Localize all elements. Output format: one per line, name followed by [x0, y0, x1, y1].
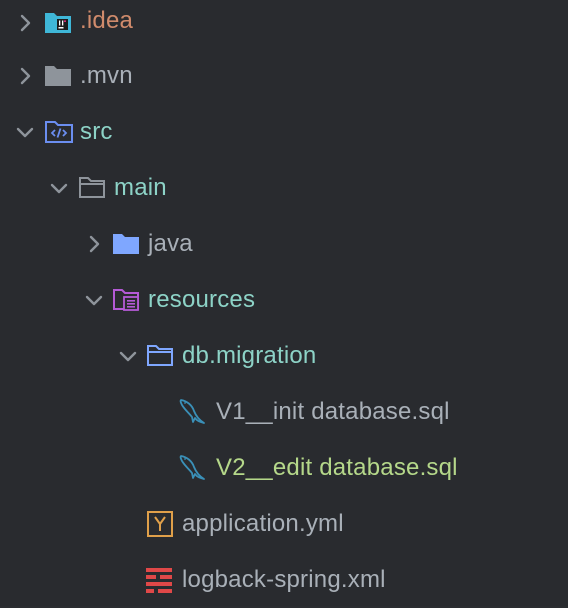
folder-outline-icon	[78, 174, 106, 200]
source-folder-icon	[44, 118, 73, 144]
tree-item-label: logback-spring.xml	[182, 566, 386, 593]
xml-file-icon	[144, 565, 172, 593]
yaml-file-icon	[146, 510, 174, 537]
tree-item-label: application.yml	[182, 510, 344, 537]
tree-item-src[interactable]: src	[0, 104, 568, 160]
chevron-down-icon[interactable]	[48, 177, 70, 199]
chevron-down-icon[interactable]	[14, 121, 36, 143]
chevron-down-icon[interactable]	[83, 289, 105, 311]
tree-item-v2-sql[interactable]: V2__edit database.sql	[0, 440, 568, 496]
tree-item-mvn[interactable]: .mvn	[0, 48, 568, 104]
tree-item-label: main	[114, 174, 167, 201]
tree-item-main[interactable]: main	[0, 160, 568, 216]
chevron-right-icon[interactable]	[14, 12, 36, 34]
tree-item-label: java	[148, 230, 193, 257]
tree-item-label: src	[80, 118, 113, 145]
tree-item-application-yml[interactable]: application.yml	[0, 496, 568, 552]
chevron-down-icon[interactable]	[117, 345, 139, 367]
tree-item-label: V1__init database.sql	[216, 398, 450, 425]
chevron-right-icon[interactable]	[83, 233, 105, 255]
tree-item-logback-xml[interactable]: logback-spring.xml	[0, 552, 568, 608]
tree-item-label: .mvn	[80, 62, 133, 89]
tree-item-resources[interactable]: resources	[0, 272, 568, 328]
tree-item-label: db.migration	[182, 342, 317, 369]
folder-outline-icon	[146, 342, 174, 368]
project-tree: .idea .mvn src main java resources db.mi…	[0, 0, 568, 606]
mysql-dolphin-icon	[178, 452, 206, 480]
tree-item-db-migration[interactable]: db.migration	[0, 328, 568, 384]
java-folder-icon	[112, 230, 140, 256]
idea-folder-icon	[44, 9, 72, 35]
tree-item-label: resources	[148, 286, 256, 313]
tree-item-java[interactable]: java	[0, 216, 568, 272]
tree-item-label: .idea	[80, 7, 134, 34]
tree-item-label: V2__edit database.sql	[216, 454, 458, 481]
mysql-dolphin-icon	[178, 396, 206, 424]
resources-folder-icon	[112, 286, 140, 312]
chevron-right-icon[interactable]	[14, 65, 36, 87]
tree-item-v1-sql[interactable]: V1__init database.sql	[0, 384, 568, 440]
folder-icon	[44, 62, 72, 88]
